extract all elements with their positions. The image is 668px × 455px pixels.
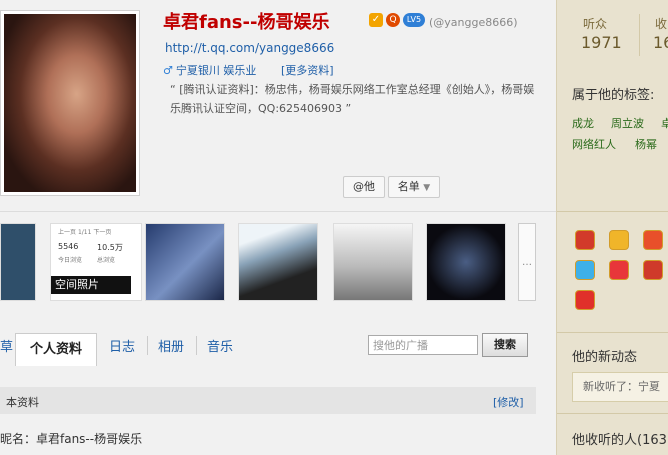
photo-thumb[interactable]: [145, 223, 225, 301]
medal-icon[interactable]: [609, 230, 629, 250]
v-badge-icon[interactable]: ✓: [369, 13, 383, 27]
profile-url[interactable]: http://t.qq.com/yangge8666: [165, 41, 334, 55]
photo-thumb[interactable]: [238, 223, 318, 301]
profile-name[interactable]: 卓君fans--杨哥娱乐: [163, 8, 329, 34]
tag-item[interactable]: 杨幂: [635, 136, 657, 152]
profile-avatar[interactable]: [0, 10, 140, 196]
photo-thumb[interactable]: [0, 223, 36, 301]
following-count[interactable]: 16: [653, 33, 668, 52]
profile-description: “ [腾讯认证资料]：杨忠伟，杨哥娱乐网络工作室总经理《创始人》，杨哥娱乐腾讯认…: [170, 83, 535, 115]
medal-icon[interactable]: [609, 260, 629, 280]
views-total-label: 总浏览: [97, 257, 116, 264]
listeners-label: 听众: [583, 17, 608, 31]
photo-thumb[interactable]: [426, 223, 506, 301]
nickname-line: 昵名：卓君fans--杨哥娱乐: [0, 432, 143, 446]
location-text: 宁夏银川 娱乐业: [175, 64, 257, 77]
page-indicator: 1/11: [77, 229, 92, 236]
tag-item[interactable]: 卓: [661, 115, 668, 131]
medal-icon[interactable]: [643, 230, 663, 250]
tab-blog[interactable]: 日志: [109, 336, 135, 355]
news-text: 新收听了：宁夏: [583, 380, 660, 393]
edit-link[interactable]: [修改]: [493, 394, 524, 410]
tags-title: 属于他的标签:: [572, 88, 655, 103]
medal-icon[interactable]: [575, 260, 595, 280]
right-sidebar: 听众 1971 收 16 属于他的标签: 成龙 周立波 卓 网络红人 杨幂 他的…: [556, 0, 668, 455]
stat-divider: [639, 14, 640, 56]
news-box[interactable]: 新收听了：宁夏: [572, 372, 668, 402]
more-photos-button[interactable]: …: [518, 223, 536, 301]
space-photo-card[interactable]: 上一页 1/11 下一页 5546 10.5万 今日浏览 总浏览 空间照片: [50, 223, 142, 301]
search-button[interactable]: 搜索: [482, 333, 528, 357]
news-title: 他的新动态: [572, 350, 638, 365]
level-badge-icon[interactable]: LV5: [403, 13, 425, 27]
male-icon: ♂: [163, 64, 173, 77]
prev-page: 上一页: [58, 229, 77, 236]
views-today-count: 5546: [58, 242, 79, 251]
profile-location[interactable]: ♂ 宁夏银川 娱乐业: [163, 62, 256, 78]
sidebar-divider: [557, 332, 668, 333]
tab-partial[interactable]: 草: [0, 336, 13, 355]
list-button[interactable]: 名单 ▼: [388, 176, 440, 198]
search-input[interactable]: 搜他的广播: [368, 335, 478, 355]
basic-info-header: [0, 387, 536, 414]
following-label: 收: [655, 17, 668, 31]
chevron-down-icon: ▼: [423, 183, 431, 193]
more-info-link[interactable]: [更多资料]: [281, 62, 334, 78]
views-total-count: 10.5万: [97, 243, 123, 252]
basic-info-title: 本资料: [6, 396, 39, 409]
header-divider: [0, 211, 556, 212]
medal-icon[interactable]: [575, 290, 595, 310]
tab-music[interactable]: 音乐: [196, 336, 233, 355]
medal-icon[interactable]: [575, 230, 595, 250]
following-list-title[interactable]: 他收听的人(163: [572, 429, 667, 448]
listeners-count[interactable]: 1971: [581, 33, 622, 52]
views-today-label: 今日浏览: [58, 257, 83, 264]
photo-thumb[interactable]: [333, 223, 413, 301]
qzone-badge-icon[interactable]: Q: [386, 13, 400, 27]
tab-profile[interactable]: 个人资料: [15, 333, 97, 366]
next-page: 下一页: [93, 229, 112, 236]
sidebar-divider: [557, 413, 668, 414]
tag-item[interactable]: 网络红人: [572, 136, 616, 152]
at-button[interactable]: @他: [343, 176, 385, 198]
medal-icon[interactable]: [643, 260, 663, 280]
tag-item[interactable]: 周立波: [611, 115, 644, 131]
tab-album[interactable]: 相册: [147, 336, 184, 355]
sidebar-divider: [557, 211, 668, 212]
tag-item[interactable]: 成龙: [572, 115, 594, 131]
profile-handle: (@yangge8666): [429, 16, 518, 29]
space-photo-label: 空间照片: [51, 276, 131, 294]
list-button-label: 名单: [397, 180, 420, 193]
main-column: 卓君fans--杨哥娱乐 ✓ Q LV5 (@yangge8666) http:…: [0, 0, 556, 455]
